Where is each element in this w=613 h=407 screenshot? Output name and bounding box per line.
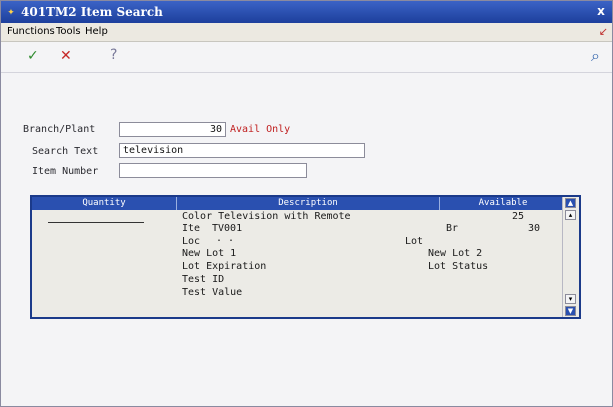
column-header-description[interactable]: Description: [177, 198, 439, 208]
scroll-bottom-icon[interactable]: ▼: [565, 306, 576, 316]
grid-header: Quantity Description Available: [32, 197, 563, 210]
branch-plant-label: Branch/Plant: [23, 124, 96, 135]
menu-help[interactable]: Help: [85, 26, 108, 37]
scroll-down-icon[interactable]: ▾: [565, 294, 576, 304]
test-id-label: Test ID: [182, 274, 225, 285]
item-number-label: Item Number: [32, 166, 99, 177]
location-value: . .: [216, 233, 235, 244]
scroll-up-icon[interactable]: ▴: [565, 210, 576, 220]
quantity-input-line[interactable]: [48, 222, 144, 223]
row-available: 25: [512, 211, 525, 222]
item-search-window: ✦ 401TM2 Item Search x Functions Tools H…: [0, 0, 613, 407]
test-value-label: Test Value: [182, 287, 243, 298]
close-icon[interactable]: x: [594, 4, 608, 18]
new-lot-1-label: New Lot 1: [182, 248, 237, 259]
lot-label: Lot: [405, 236, 424, 247]
search-text-label: Search Text: [32, 146, 99, 157]
search-text-field[interactable]: television: [119, 143, 365, 158]
help-icon[interactable]: ?: [110, 47, 117, 63]
grid-scrollbar[interactable]: ▲ ▴ ▾ ▼: [562, 197, 579, 317]
branch-plant-field[interactable]: 30: [119, 122, 226, 137]
menu-functions[interactable]: Functions: [7, 26, 55, 37]
branch-value: 30: [528, 223, 541, 234]
column-header-available[interactable]: Available: [440, 198, 566, 208]
column-header-quantity[interactable]: Quantity: [32, 198, 176, 208]
lot-status-label: Lot Status: [428, 261, 489, 272]
cancel-icon[interactable]: ✕: [60, 48, 72, 64]
scroll-top-icon[interactable]: ▲: [565, 198, 576, 208]
ok-icon[interactable]: ✓: [27, 48, 39, 64]
search-icon[interactable]: ⌕: [591, 46, 600, 66]
results-grid: Quantity Description Available Color Tel…: [30, 195, 581, 319]
pin-icon[interactable]: ↙: [599, 25, 608, 38]
toolbar: ✓ ✕ ? ⌕: [1, 42, 612, 73]
title-bar[interactable]: ✦ 401TM2 Item Search x: [1, 1, 612, 23]
row-description: Color Television with Remote: [182, 211, 351, 222]
branch-label: Br: [446, 223, 459, 234]
menu-bar: Functions Tools Help ↙: [1, 23, 612, 42]
item-label: Ite: [182, 223, 201, 234]
app-icon: ✦: [7, 4, 15, 18]
grid-row[interactable]: Color Television with Remote 25 Ite TV00…: [32, 210, 563, 317]
item-number-field[interactable]: [119, 163, 307, 178]
lot-expiration-label: Lot Expiration: [182, 261, 267, 272]
new-lot-2-label: New Lot 2: [428, 248, 483, 259]
avail-only-label[interactable]: Avail Only: [230, 124, 290, 135]
location-label: Loc: [182, 236, 201, 247]
menu-tools[interactable]: Tools: [56, 26, 81, 37]
window-title: 401TM2 Item Search: [21, 5, 163, 19]
